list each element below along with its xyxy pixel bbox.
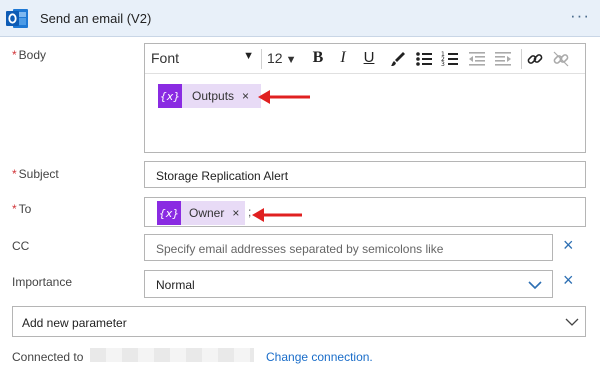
numbered-list-icon[interactable]: 1 2 3 [440,49,460,69]
caret-down-icon: ▼ [285,54,297,66]
italic-button[interactable]: I [333,49,353,69]
connected-to-label: Connected to [12,350,84,364]
more-options-icon[interactable]: ··· [570,6,590,26]
outlook-icon [6,9,28,28]
subject-label-text: Subject [18,167,59,181]
chevron-down-icon [565,318,579,326]
to-label-text: To [18,202,32,216]
remove-token-button[interactable]: × [242,89,249,103]
font-select[interactable]: Font ▼ [151,50,254,68]
action-header[interactable]: Send an email (V2) ··· [0,0,600,37]
cc-placeholder: Specify email addresses separated by sem… [156,242,444,256]
outdent-icon[interactable] [467,49,487,69]
toolbar-divider [521,49,522,69]
bullet-list-icon[interactable] [414,49,434,69]
token-label: Owner [189,206,225,220]
body-editor[interactable]: Font ▼ 12 ▼ B I U 1 2 3 {x} Outputs × [144,43,586,153]
importance-select[interactable]: Normal [144,270,553,298]
required-marker: * [12,202,17,216]
importance-value: Normal [156,278,195,292]
remove-token-button[interactable]: × [232,206,239,220]
add-new-parameter-select[interactable]: Add new parameter [12,306,586,337]
required-marker: * [12,167,17,181]
toolbar-divider [261,49,262,69]
underline-button[interactable]: U [359,49,379,69]
to-label: * To [12,202,31,216]
required-marker: * [12,48,17,62]
body-label: * Body [12,48,46,62]
add-new-parameter-text: Add new parameter [22,316,127,330]
cc-label: CC [12,239,30,253]
importance-remove-icon[interactable]: × [563,271,574,289]
caret-down-icon: ▼ [243,50,254,62]
cc-remove-icon[interactable]: × [563,236,574,254]
subject-value: Storage Replication Alert [156,169,289,183]
font-select-value: Font [151,50,180,66]
rich-text-toolbar: Font ▼ 12 ▼ B I U 1 2 3 [145,44,585,74]
body-label-text: Body [18,48,47,62]
indent-icon[interactable] [493,49,513,69]
paint-brush-icon[interactable] [388,49,408,69]
subject-label: * Subject [12,167,59,181]
annotation-arrow-icon [252,208,302,222]
subject-input[interactable]: Storage Replication Alert [144,161,586,188]
action-title: Send an email (V2) [40,11,152,26]
dynamic-content-token-outputs[interactable]: {x} Outputs × [158,84,261,108]
redacted-connection-name [90,348,254,362]
token-label: Outputs [192,89,235,103]
expression-icon: {x} [158,84,182,108]
annotation-arrow-icon [258,90,310,104]
chevron-down-icon [528,281,542,290]
importance-label: Importance [12,275,73,289]
svg-text:3: 3 [441,61,445,68]
change-connection-link[interactable]: Change connection. [266,350,373,364]
font-size-value: 12 [267,50,283,66]
to-input[interactable]: {x} Owner × ; [144,197,586,227]
expression-icon: {x} [157,201,181,225]
link-icon[interactable] [525,49,545,69]
dynamic-content-token-owner[interactable]: {x} Owner × [157,201,245,225]
bold-button[interactable]: B [308,49,328,69]
unlink-icon[interactable] [551,49,571,69]
cc-input[interactable]: Specify email addresses separated by sem… [144,234,553,261]
font-size-select[interactable]: 12 ▼ [267,50,296,66]
